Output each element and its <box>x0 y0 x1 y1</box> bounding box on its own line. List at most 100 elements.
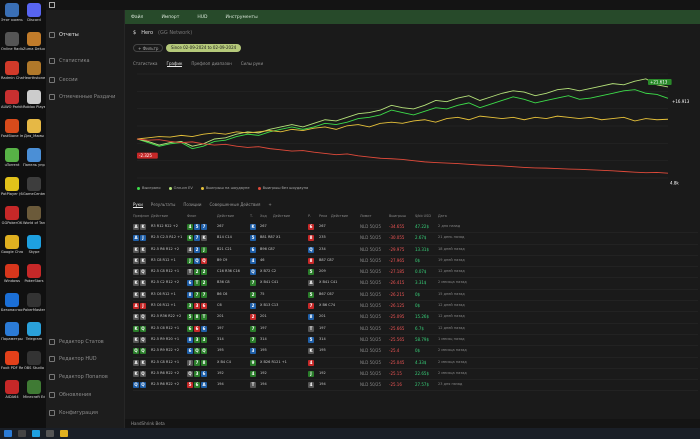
desktop-icon[interactable]: PokerMaster <box>23 293 45 312</box>
desktop-icon[interactable]: Telegram <box>23 322 45 341</box>
table-row[interactable]: A J R2.5 C2.5 R12 +1 6 7 K B14 C14 5 B81 R87 X1 8… <box>133 233 698 245</box>
col-won[interactable]: Выигрыш <box>389 214 406 218</box>
desktop-icon[interactable]: Параметры <box>1 322 23 341</box>
table-row[interactable]: K Q R2.5 C8 R12 +1 T 2 2 C16 R36 C16 Q X B72 C2 5… <box>133 267 698 279</box>
sidebar-item-stats[interactable]: Статистика <box>49 56 90 66</box>
sidebar-item-popup-editor[interactable]: Редактор Попапов <box>49 372 108 382</box>
add-tab-button[interactable]: + <box>268 202 271 208</box>
desktop-icon[interactable]: Foxit PDF Reader <box>1 351 23 370</box>
playing-card: T <box>194 280 200 287</box>
col-river[interactable]: Р. <box>308 214 311 218</box>
table-row[interactable]: Q Q R2.5 R9 R22 +2 6 Q Q 195 3 195 K 195 NLD 50/25-… <box>133 346 698 358</box>
desktop-icon[interactable]: Online Radio <box>1 32 23 51</box>
col-action-turn[interactable]: Действие <box>273 214 290 218</box>
col-action-pre[interactable]: Действие <box>151 214 168 218</box>
col-limit[interactable]: Лимит <box>360 214 372 218</box>
sidebar-item-updates[interactable]: Обновления <box>49 390 91 400</box>
tab-preflop-range[interactable]: Префлоп диапазон <box>191 61 231 67</box>
col-preflop[interactable]: Префлоп <box>133 214 149 218</box>
col-river-card[interactable]: Река <box>319 214 327 218</box>
sidebar-item-hud-editor[interactable]: Редактор HUD <box>49 354 97 364</box>
col-action-river[interactable]: Действие <box>331 214 348 218</box>
desktop-icon[interactable]: Windows <box>1 264 23 283</box>
sidebar-item-settings[interactable]: Конфигурация <box>49 408 98 418</box>
river-card: T <box>308 325 314 332</box>
desktop-icon[interactable]: Radmin Chat <box>1 61 23 80</box>
tab-positions[interactable]: Позиции <box>183 202 201 208</box>
desktop-icon[interactable]: AIDA64 <box>1 380 23 399</box>
playing-card: Q <box>201 348 207 355</box>
col-bb-usd[interactable]: $/bb USD <box>415 214 431 218</box>
table-row[interactable]: A K R3 R12 R22 +2 4 5 7 267 K 267 6 267 NLD 50/25 -3… <box>133 222 698 234</box>
menu-file[interactable]: Файл <box>131 15 143 20</box>
desktop-icon[interactable]: PotPlayer (64-bit) <box>1 177 23 196</box>
tab-statistics[interactable]: Статистика <box>133 61 158 67</box>
desktop-icon[interactable]: Roblox Player <box>23 90 45 109</box>
desktop-icon[interactable]: uTorrent <box>1 148 23 167</box>
legend-won: Выиграно <box>137 186 161 190</box>
desktop-icon[interactable]: PokerStars <box>23 264 45 283</box>
playing-card: K <box>140 359 146 366</box>
desktop-icon[interactable]: FastStone Image Viewer <box>1 119 23 138</box>
turn-card: 9 <box>250 359 256 366</box>
app-window: Отчеты Статистика Сессии Отмеченные Разд… <box>46 0 700 428</box>
desktop-icon[interactable]: Безопасность Windows <box>1 293 23 312</box>
desktop-icon[interactable]: OBS Studio <box>23 351 45 370</box>
river-action: X B6 C74 <box>319 303 336 308</box>
taskbar-app-telegram-icon[interactable] <box>32 430 40 437</box>
taskbar-app-chrome-icon[interactable] <box>60 430 68 437</box>
table-row[interactable]: K K R3 C8 R12 +1 J Q Q B9 C9 4 46 8 B87 C87 NLD 50/… <box>133 256 698 268</box>
desktop-icon[interactable]: Hearthstone <box>23 61 45 80</box>
date-range-chip[interactable]: Since 02-09-2024 to 02-09-2024 <box>166 44 242 52</box>
col-action-flop[interactable]: Действие <box>217 214 234 218</box>
table-row[interactable]: K Q R2.5 C6 R12 +1 6 6 6 197 7 197 T 197 NLD 50/25-… <box>133 324 698 335</box>
taskbar-app-handshrink-icon[interactable] <box>46 430 54 437</box>
table-row[interactable]: K Q R2.5 R6 R22 +2 Q 3 6 192 4 192 J 192 NLD 50/25-… <box>133 369 698 381</box>
tab-actions[interactable]: Совершенные Действия <box>209 202 260 208</box>
tab-hands[interactable]: Руки <box>133 202 143 208</box>
desktop-icon[interactable]: Skype <box>23 235 45 254</box>
stat-editor-icon <box>49 339 55 345</box>
col-move[interactable]: Ход <box>260 214 267 218</box>
desktop-icon[interactable]: World of Tanks EU <box>23 206 45 225</box>
won-cell: -25.095 <box>389 314 405 320</box>
desktop-app-icon <box>5 119 19 133</box>
tab-graph[interactable]: График <box>166 61 183 67</box>
desktop-icon[interactable]: Панель управления <box>23 148 45 167</box>
tab-hand-strength[interactable]: Силы руки <box>241 61 263 67</box>
playing-card: Q <box>194 348 200 355</box>
menu-tools[interactable]: Инструменты <box>226 15 258 20</box>
desktop-icon[interactable]: Google Chrome <box>1 235 23 254</box>
tab-results[interactable]: Результаты <box>151 202 176 208</box>
col-flop[interactable]: Флоп <box>187 214 196 218</box>
start-icon[interactable] <box>4 430 12 437</box>
desktop-icon[interactable]: GameCenter <box>23 177 45 196</box>
menu-hud[interactable]: HUD <box>197 15 207 20</box>
table-row[interactable]: K Q R2.5 R9 R20 +1 8 3 3 314 7 314 5 314 NLD 50/25-… <box>133 335 698 347</box>
table-row[interactable]: Q Q R2.5 R6 R22 +2 5 6 A 194 T 194 4 194 NLD 50/25 -… <box>133 380 698 392</box>
desktop-icon[interactable]: ALWO Parkits <box>1 90 23 109</box>
table-row[interactable]: K K R3 C6 R12 +1 8 7 7 B6 C6 2 75 5 B67 C67 NLD 50/… <box>133 290 698 302</box>
desktop-app-icon <box>27 264 41 278</box>
sidebar-item-marked-hands[interactable]: Отмеченные Раздачи <box>49 92 115 102</box>
sidebar-item-stat-editor[interactable]: Редактор Статов <box>49 337 104 347</box>
table-row[interactable]: K K R2.5 R6 R12 +2 4 2 J B21 C21 6 B96 C87 Q 234 NL… <box>133 245 698 256</box>
sidebar-item-sessions[interactable]: Сессии <box>49 75 78 85</box>
playing-card: J <box>187 257 193 264</box>
desktop-icon[interactable]: Discord <box>23 3 45 22</box>
desktop-icon[interactable]: Этот компьютер <box>1 3 23 22</box>
table-row[interactable]: A K R2.5 C8 R12 +1 J 7 8 X B4 C4 9 X B26 R121 +1… <box>133 358 698 369</box>
taskbar-app-explorer-icon[interactable] <box>18 430 26 437</box>
table-row[interactable]: K Q R2.5 R36 R22 +2 5 8 T 201 2 201 8 201 NLD 50/25… <box>133 312 698 324</box>
desktop-icon[interactable]: Zuma Deluxe <box>23 32 45 51</box>
menu-import[interactable]: Импорт <box>161 15 179 20</box>
desktop-icon[interactable]: GGPokerOK <box>1 206 23 225</box>
col-date[interactable]: Дата <box>438 214 447 218</box>
sidebar-item-reports[interactable]: Отчеты <box>49 30 79 40</box>
add-filter-button[interactable]: + Фильтр <box>133 44 164 52</box>
table-row[interactable]: K K R2.5 C2 R12 +2 6 T 2 B36 C8 7 X B41 C41 A X B4… <box>133 278 698 290</box>
desktop-icon[interactable]: Для_Мамы <box>23 119 45 138</box>
col-turn[interactable]: Т. <box>250 214 253 218</box>
table-row[interactable]: A J R3 C6 R12 +1 3 3 6 C6 2 X B13 C13 7 X B6 C74 NL… <box>133 301 698 313</box>
desktop-icon[interactable]: Minecraft Education <box>23 380 45 399</box>
